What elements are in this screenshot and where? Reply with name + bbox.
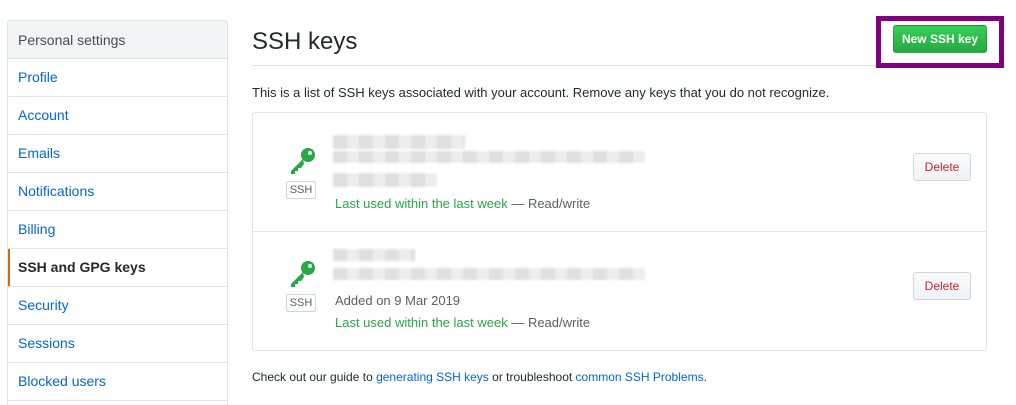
help-prefix: Check out our guide to <box>252 370 377 384</box>
ssh-type-badge: SSH <box>286 294 316 312</box>
sidebar-item-blocked-users[interactable]: Blocked users <box>8 363 227 401</box>
key-added-date: Added on 9 Mar 2019 <box>335 293 461 308</box>
intro-text: This is a list of SSH keys associated wi… <box>252 85 830 100</box>
common-ssh-problems-link[interactable]: common SSH Problems <box>576 370 704 384</box>
key-usage: Last used within the last week — Read/wr… <box>335 196 590 211</box>
redacted-key-title <box>333 249 415 261</box>
key-icon <box>291 261 315 287</box>
redacted-key-title <box>333 135 465 149</box>
redacted-key-fingerprint <box>333 268 645 280</box>
help-middle: or troubleshoot <box>488 370 576 384</box>
last-used-text: Last used within the last week <box>335 196 508 211</box>
access-text: — Read/write <box>507 315 591 330</box>
ssh-key-list: SSH Last used within the last week — Rea… <box>252 112 987 351</box>
delete-key-button[interactable]: Delete <box>913 153 971 181</box>
sidebar-item-emails[interactable]: Emails <box>8 135 227 173</box>
sidebar-item-billing[interactable]: Billing <box>8 211 227 249</box>
key-icon <box>291 148 315 174</box>
redacted-key-added <box>333 173 437 187</box>
help-suffix: . <box>703 370 707 384</box>
generating-ssh-keys-link[interactable]: generating SSH keys <box>376 370 489 384</box>
sidebar-item-profile[interactable]: Profile <box>8 59 227 97</box>
delete-key-button[interactable]: Delete <box>913 272 971 300</box>
new-ssh-key-button[interactable]: New SSH key <box>893 25 987 53</box>
sidebar-item-notifications[interactable]: Notifications <box>8 173 227 211</box>
ssh-key-item: SSH Last used within the last week — Rea… <box>253 113 986 232</box>
sidebar-item-security[interactable]: Security <box>8 287 227 325</box>
ssh-key-item: SSH Added on 9 Mar 2019 Last used within… <box>253 232 986 351</box>
sidebar-header: Personal settings <box>8 21 227 59</box>
key-usage: Last used within the last week — Read/wr… <box>335 315 590 330</box>
ssh-type-badge: SSH <box>286 181 316 199</box>
sidebar-item-account[interactable]: Account <box>8 97 227 135</box>
settings-sidebar: Personal settings Profile Account Emails… <box>7 20 228 405</box>
help-note: Check out our guide to generating SSH ke… <box>252 370 707 384</box>
sidebar-item-ssh-gpg-keys[interactable]: SSH and GPG keys <box>8 249 227 287</box>
access-text: — Read/write <box>507 196 591 211</box>
redacted-key-fingerprint <box>333 151 645 163</box>
last-used-text: Last used within the last week <box>335 315 508 330</box>
sidebar-item-sessions[interactable]: Sessions <box>8 325 227 363</box>
